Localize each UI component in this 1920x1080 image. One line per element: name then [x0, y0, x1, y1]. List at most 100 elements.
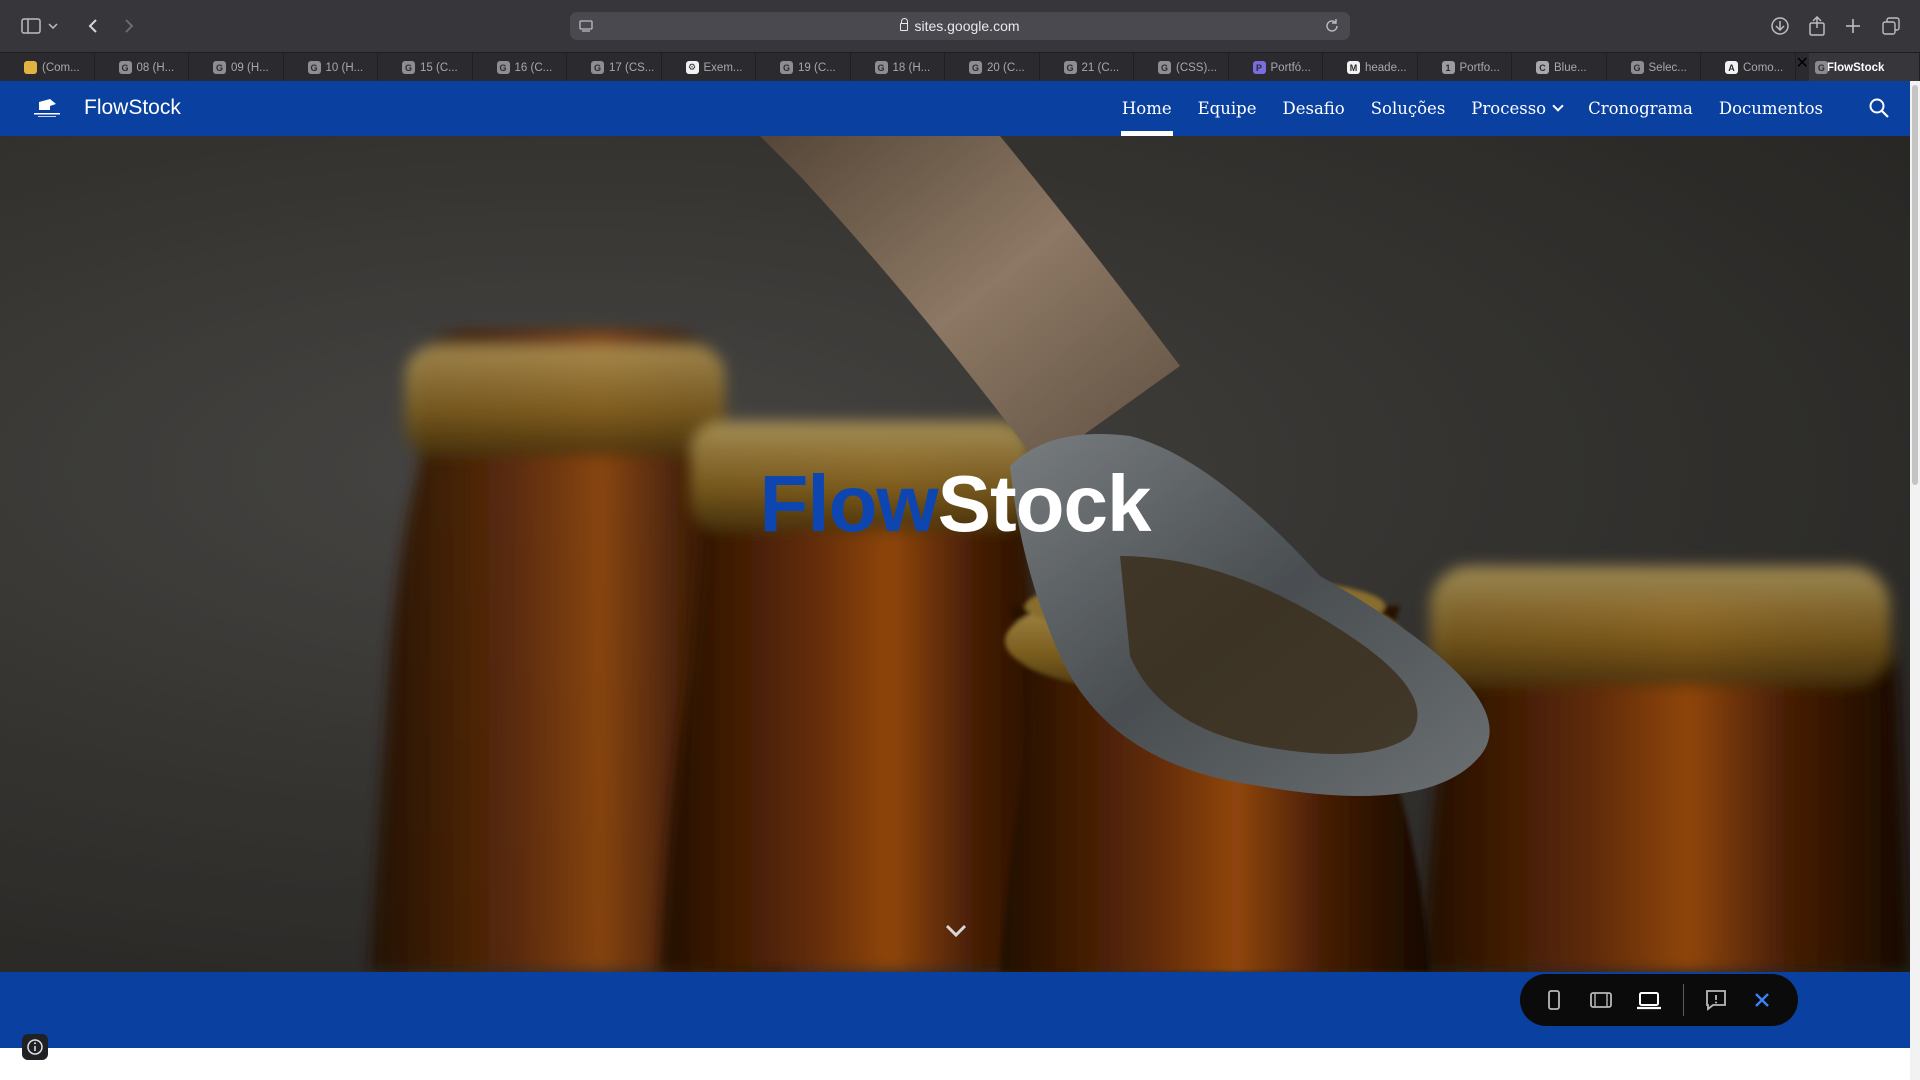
tab-label: Como... [1743, 61, 1784, 74]
browser-tab[interactable]: G Selec... [1607, 53, 1701, 82]
scrollbar-thumb[interactable] [1912, 85, 1918, 485]
browser-tab[interactable]: G 10 (H... [284, 53, 378, 82]
browser-tab[interactable]: G 19 (C... [756, 53, 851, 82]
site-header: FlowStock Home Equipe Desafio Soluções P… [0, 81, 1910, 136]
tab-strip: (Com... G 08 (H... G 09 (H... G 10 (H... G 15 (C… [0, 52, 1920, 82]
browser-tab[interactable]: ⚙ Exem... [662, 53, 756, 82]
browser-tab[interactable]: G 18 (H... [851, 53, 945, 82]
nav-label: Soluções [1370, 99, 1446, 118]
tab-favicon-icon: 1 [1441, 61, 1455, 74]
tab-label: (Com... [42, 61, 80, 74]
tab-favicon-icon: M [1347, 61, 1360, 74]
hero-title-flow: Flow [759, 459, 938, 548]
tab-label: 08 (H... [136, 61, 175, 74]
hero-title: FlowStock [0, 458, 1910, 550]
browser-tab[interactable]: G 20 (C... [945, 53, 1040, 82]
tab-favicon-icon: G [1630, 61, 1644, 74]
browser-tab[interactable]: P Portfó... [1229, 53, 1323, 82]
tab-label: 09 (H... [231, 61, 269, 74]
nav-item-processo[interactable]: Processo [1458, 81, 1575, 136]
tab-favicon-icon: A [1725, 61, 1738, 74]
tab-favicon-icon: G [213, 61, 226, 74]
tab-label: Exem... [703, 61, 743, 74]
close-icon[interactable] [1749, 987, 1775, 1013]
nav-label: Home [1121, 99, 1172, 118]
tab-label: 16 (C... [514, 61, 553, 74]
tab-favicon-icon: G [496, 61, 510, 74]
address-bar[interactable]: sites.google.com [570, 12, 1350, 40]
browser-toolbar: sites.google.com [0, 0, 1920, 52]
toolbar-divider [1683, 984, 1684, 1016]
site-title[interactable]: FlowStock [84, 96, 181, 120]
nav-item-documentos[interactable]: Documentos [1706, 81, 1836, 136]
browser-tab[interactable]: G 09 (H... [189, 53, 284, 82]
tab-favicon-icon: G [1063, 61, 1077, 74]
browser-tab[interactable]: Mheade... [1323, 53, 1418, 82]
sidebar-menu-chevron-icon[interactable] [46, 13, 60, 39]
tab-label: (CSS)... [1176, 61, 1217, 74]
browser-tab[interactable]: G 21 (C... [1040, 53, 1134, 82]
site-navigation: Home Equipe Desafio Soluções Processo Cr… [1109, 81, 1836, 136]
url-value: sites.google.com [914, 18, 1020, 34]
tab-label: Blue... [1554, 61, 1587, 74]
tab-label: Selec... [1648, 61, 1687, 74]
share-icon[interactable] [1804, 13, 1830, 39]
tab-favicon-icon: G [591, 61, 604, 74]
hero-title-stock: Stock [937, 459, 1152, 548]
search-icon[interactable] [1868, 97, 1892, 121]
forward-icon[interactable] [116, 13, 142, 39]
browser-tab[interactable]: C Blue... [1512, 53, 1607, 82]
page-scrollbar[interactable] [1910, 81, 1920, 1080]
back-icon[interactable] [80, 13, 106, 39]
hero-background-image [0, 136, 1910, 972]
info-icon[interactable] [22, 1034, 48, 1060]
browser-tab[interactable]: A Como... [1701, 53, 1796, 82]
browser-tab[interactable]: G (CSS)... [1134, 53, 1229, 82]
browser-tab[interactable]: G 17 (CS... [567, 53, 662, 82]
hero-section: FlowStock [0, 136, 1910, 972]
browser-tab[interactable]: G 15 (C... [378, 53, 473, 82]
browser-tab[interactable]: (Com... [0, 53, 95, 82]
browser-tab[interactable]: G 08 (H... [95, 53, 189, 82]
tab-overview-icon[interactable] [1878, 13, 1904, 39]
tablet-preview-icon[interactable] [1588, 987, 1614, 1013]
nav-item-desafio[interactable]: Desafio [1269, 81, 1357, 136]
downloads-icon[interactable] [1767, 13, 1793, 39]
desktop-preview-icon[interactable] [1636, 987, 1662, 1013]
nav-label: Documentos [1718, 99, 1823, 118]
lock-icon [900, 18, 909, 31]
feedback-icon[interactable] [1703, 987, 1729, 1013]
tab-label: 10 (H... [325, 61, 364, 74]
scroll-down-icon[interactable] [945, 924, 967, 946]
tab-favicon-icon [24, 61, 37, 74]
reload-icon[interactable] [1324, 18, 1340, 39]
nav-label: Equipe [1197, 99, 1257, 118]
nav-label: Cronograma [1588, 99, 1693, 118]
tab-label: Portfo... [1459, 61, 1500, 74]
tab-label: 20 (C... [987, 61, 1025, 74]
close-tab-icon[interactable]: ✕ [1796, 53, 1809, 81]
tab-favicon-icon: ⚙ [685, 61, 699, 74]
site-logo[interactable] [30, 96, 64, 120]
tab-label: FlowStock [1826, 61, 1885, 74]
nav-item-equipe[interactable]: Equipe [1185, 81, 1270, 136]
nav-label: Desafio [1282, 99, 1345, 118]
browser-tab-active[interactable]: G FlowStock [1808, 53, 1920, 82]
browser-tab[interactable]: 1 Portfo... [1418, 53, 1512, 82]
tab-label: Portfó... [1270, 61, 1311, 74]
tab-favicon-icon: G [1814, 61, 1828, 74]
url-text: sites.google.com [570, 18, 1350, 34]
tab-favicon-icon: C [1536, 61, 1549, 74]
new-tab-icon[interactable] [1840, 13, 1866, 39]
tab-label: heade... [1365, 61, 1407, 74]
browser-tab[interactable]: G 16 (C... [473, 53, 567, 82]
nav-label: Processo [1471, 99, 1547, 118]
nav-item-home[interactable]: Home [1109, 81, 1185, 136]
tab-favicon-icon: G [118, 61, 132, 74]
sidebar-toggle-icon[interactable] [18, 13, 44, 39]
preview-toolbar [1520, 974, 1798, 1026]
nav-item-solucoes[interactable]: Soluções [1358, 81, 1459, 136]
nav-item-cronograma[interactable]: Cronograma [1575, 81, 1706, 136]
tab-label: 15 (C... [420, 61, 458, 74]
phone-preview-icon[interactable] [1541, 987, 1567, 1013]
